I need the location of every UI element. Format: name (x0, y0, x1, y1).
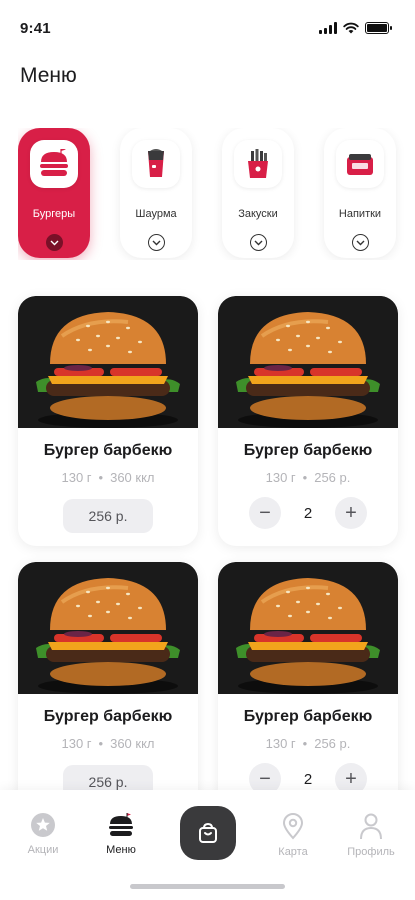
product-image (18, 296, 198, 428)
category-burgers[interactable]: Бургеры (18, 128, 90, 258)
burger-icon (109, 813, 133, 836)
tab-label: Меню (106, 844, 136, 856)
category-drinks[interactable]: Напитки (324, 128, 396, 258)
product-title: Бургер барбекю (43, 442, 173, 459)
quantity-value: 2 (303, 770, 313, 788)
meta-separator: • (302, 470, 308, 485)
product-title: Бургер барбекю (243, 708, 373, 725)
fries-icon (234, 140, 282, 188)
category-list: Бургеры Шаурма Закуски Напитки (18, 128, 415, 260)
product-meta: 130 г • 360 ккл (18, 736, 198, 751)
quantity-stepper: − 2 + (218, 497, 398, 529)
increment-button[interactable]: + (335, 497, 367, 529)
product-grid: Бургер барбекю 130 г • 360 ккл 256 р. Бургер… (18, 296, 398, 812)
shawarma-icon (132, 140, 180, 188)
tab-map[interactable]: Карта (258, 812, 328, 858)
product-card[interactable]: Бургер барбекю 130 г • 360 ккл 256 р. (18, 562, 198, 812)
burger-icon (30, 140, 78, 188)
meta-separator: • (98, 470, 104, 485)
tab-promotions[interactable]: Акции (8, 812, 78, 856)
cart-button[interactable] (180, 806, 236, 860)
user-icon (360, 813, 382, 840)
product-title: Бургер барбекю (243, 442, 373, 459)
product-info: 360 ккл (110, 736, 155, 751)
category-shawarma[interactable]: Шаурма (120, 128, 192, 258)
product-card[interactable]: Бургер барбекю 130 г • 256 р. −2 + (218, 562, 398, 812)
meta-separator: • (98, 736, 104, 751)
chevron-down-icon[interactable] (249, 234, 267, 251)
status-time: 9:41 (20, 19, 51, 37)
product-info: 256 р. (314, 736, 351, 751)
category-label: Напитки (338, 208, 382, 220)
category-label: Шаурма (135, 208, 177, 220)
map-pin-icon (282, 813, 304, 840)
tab-label: Карта (278, 846, 308, 858)
product-info: 256 р. (314, 470, 351, 485)
product-meta: 130 г • 256 р. (218, 736, 398, 751)
home-indicator (130, 884, 285, 889)
wifi-icon (343, 22, 359, 34)
product-weight: 130 г (265, 470, 296, 485)
page-title: Меню (20, 64, 77, 87)
product-card[interactable]: Бургер барбекю 130 г • 360 ккл 256 р. (18, 296, 198, 546)
signal-icon (319, 22, 337, 34)
status-icons (319, 22, 392, 34)
battery-icon (365, 22, 392, 34)
product-weight: 130 г (61, 736, 92, 751)
product-weight: 130 г (265, 736, 296, 751)
tab-label: Профиль (347, 846, 395, 858)
shopping-bag-icon (199, 822, 217, 843)
product-title: Бургер барбекю (43, 708, 173, 725)
tab-bar: Акции Меню Карта Профиль (0, 790, 415, 900)
decrement-button[interactable]: − (249, 497, 281, 529)
product-card[interactable]: Бургер барбекю 130 г • 256 р. − 2 + (218, 296, 398, 546)
quantity-value: 2 (303, 504, 313, 522)
tab-menu[interactable]: Меню (86, 812, 156, 856)
category-snacks[interactable]: Закуски (222, 128, 294, 258)
chevron-down-icon[interactable] (45, 234, 63, 251)
chevron-down-icon[interactable] (351, 234, 369, 251)
tab-label: Акции (27, 844, 59, 856)
star-icon (31, 813, 55, 837)
category-label: Бургеры (32, 208, 76, 220)
category-label: Закуски (238, 208, 278, 220)
product-weight: 130 г (61, 470, 92, 485)
product-image (18, 562, 198, 694)
chevron-down-icon[interactable] (147, 234, 165, 251)
status-bar: 9:41 (0, 0, 415, 56)
product-meta: 130 г • 360 ккл (18, 470, 198, 485)
add-to-cart-price-button[interactable]: 256 р. (63, 499, 153, 533)
product-image (218, 296, 398, 428)
drink-box-icon (336, 140, 384, 188)
product-info: 360 ккл (110, 470, 155, 485)
meta-separator: • (302, 736, 308, 751)
product-image (218, 562, 398, 694)
product-meta: 130 г • 256 р. (218, 470, 398, 485)
tab-profile[interactable]: Профиль (336, 812, 406, 858)
